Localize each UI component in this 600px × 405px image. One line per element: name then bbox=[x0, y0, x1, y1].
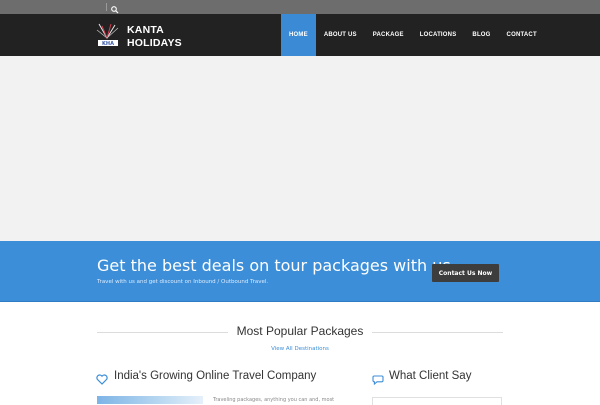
nav-item-home[interactable]: HOME bbox=[281, 14, 316, 56]
nav-item-contact[interactable]: CONTACT bbox=[499, 14, 545, 56]
main-nav: HOME ABOUT US PACKAGE LOCATIONS BLOG CON… bbox=[281, 14, 545, 56]
brand-line-1: KANTA bbox=[127, 24, 164, 36]
search-icon[interactable] bbox=[110, 2, 120, 14]
company-thumbnail bbox=[97, 396, 203, 404]
nav-item-about-us[interactable]: ABOUT US bbox=[316, 14, 365, 56]
heart-icon bbox=[96, 372, 108, 385]
view-all-destinations-link[interactable]: View All Destinations bbox=[0, 346, 600, 352]
top-bar-divider bbox=[106, 3, 107, 11]
brand-line-2: HOLIDAYS bbox=[127, 37, 182, 49]
chat-bubble-icon bbox=[372, 372, 384, 386]
contact-us-button[interactable]: Contact Us Now bbox=[432, 264, 499, 282]
company-snippet: Traveling packages, anything you can and… bbox=[213, 397, 335, 403]
nav-item-locations[interactable]: LOCATIONS bbox=[412, 14, 465, 56]
testimonial-box bbox=[372, 397, 502, 405]
testimonials-heading: What Client Say bbox=[389, 370, 472, 382]
cta-title: Get the best deals on tour packages with… bbox=[97, 256, 456, 275]
brand-name[interactable]: KANTA HOLIDAYS bbox=[127, 24, 182, 50]
company-heading: India's Growing Online Travel Company bbox=[114, 370, 317, 382]
popular-packages-title-text: Most Popular Packages bbox=[227, 324, 373, 338]
nav-item-blog[interactable]: BLOG bbox=[464, 14, 498, 56]
logo-text: KHA bbox=[102, 41, 114, 47]
top-bar bbox=[0, 0, 600, 14]
cta-subtitle: Travel with us and get discount on Inbou… bbox=[97, 279, 269, 285]
popular-packages-title: Most Popular Packages bbox=[0, 324, 600, 338]
nav-item-package[interactable]: PACKAGE bbox=[365, 14, 412, 56]
kanta-logo[interactable]: KHA bbox=[96, 22, 120, 48]
hero-banner bbox=[0, 56, 600, 241]
